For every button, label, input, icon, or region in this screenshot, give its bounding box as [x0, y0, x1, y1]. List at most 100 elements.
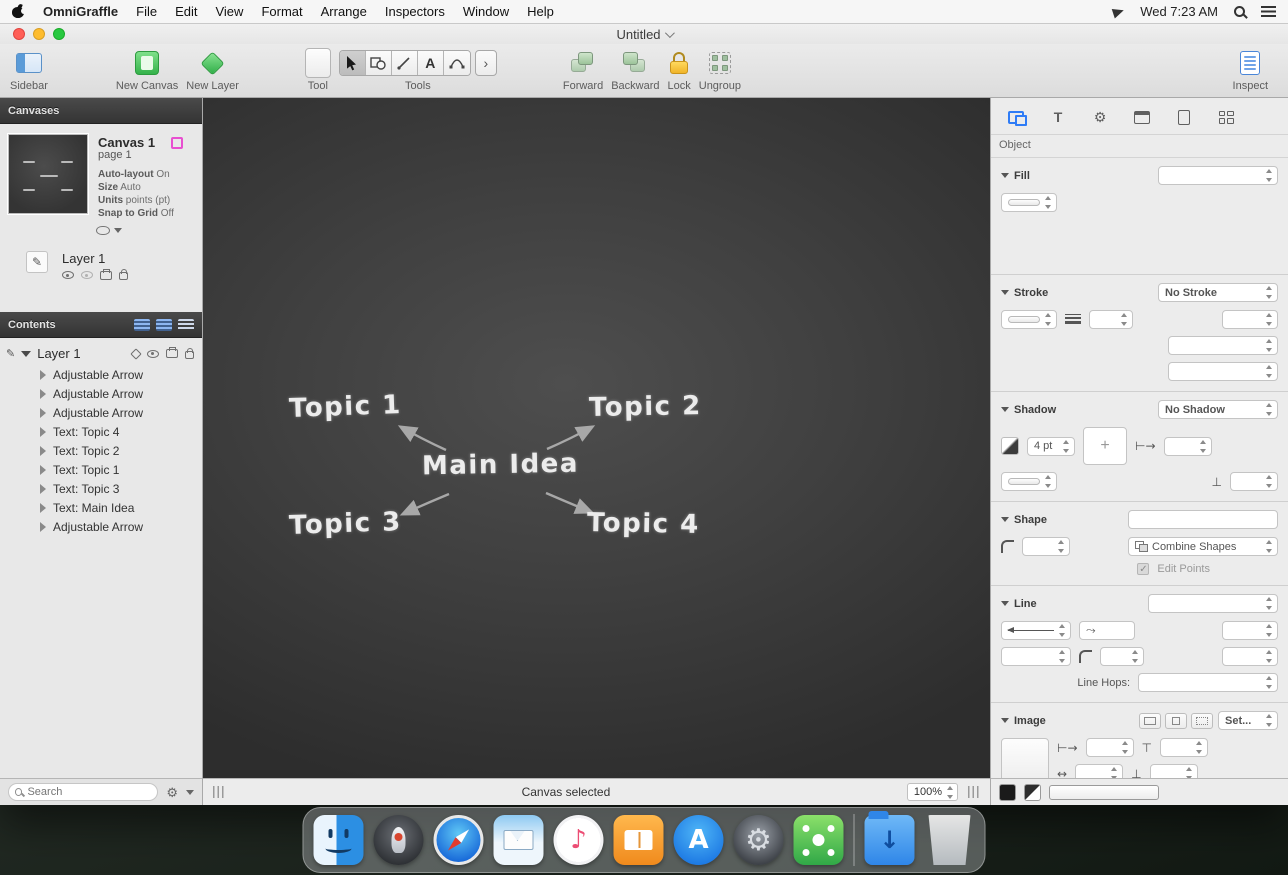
image-set-dropdown[interactable]: Set... — [1218, 711, 1278, 730]
list-view-icon[interactable] — [134, 319, 150, 331]
inspect-button[interactable]: Inspect — [1233, 48, 1268, 92]
fill-type-dropdown[interactable] — [1158, 166, 1278, 185]
sidebar-toggle-button[interactable]: Sidebar — [10, 48, 48, 92]
stroke-width-field[interactable] — [1089, 310, 1133, 329]
disclosure-open-icon[interactable] — [1001, 517, 1009, 522]
zoom-window-button[interactable] — [53, 28, 65, 40]
main-idea-text[interactable]: Main Idea — [422, 449, 579, 482]
color-bar-swatch[interactable] — [1049, 785, 1159, 800]
minimize-window-button[interactable] — [33, 28, 45, 40]
launchpad-dock-icon[interactable] — [374, 815, 424, 865]
line-hops-dropdown[interactable] — [1138, 673, 1278, 692]
contents-item-adjustable-arrow-1[interactable]: Adjustable Arrow — [0, 365, 202, 384]
arrow-to-topic1[interactable] — [401, 427, 446, 450]
close-window-button[interactable] — [13, 28, 25, 40]
disclosure-closed-icon[interactable] — [40, 389, 46, 399]
tab-properties[interactable]: ⚙ — [1089, 108, 1111, 126]
menu-arrange[interactable]: Arrange — [321, 4, 367, 19]
layer-lock-icon[interactable] — [119, 272, 128, 280]
menu-window[interactable]: Window — [463, 4, 509, 19]
stroke-type-dropdown[interactable]: No Stroke — [1158, 283, 1278, 302]
omnigraffle-dock-icon[interactable] — [794, 815, 844, 865]
trash-dock-icon[interactable] — [925, 815, 975, 865]
spotlight-search-icon[interactable] — [1234, 6, 1245, 17]
line-hop-button[interactable]: ⤳ — [1079, 621, 1135, 640]
new-layer-button[interactable]: New Layer — [186, 48, 239, 92]
line-start-arrowhead-dropdown[interactable] — [1001, 621, 1071, 640]
contents-item-text-topic1[interactable]: Text: Topic 1 — [0, 460, 202, 479]
stroke-color-well[interactable] — [1001, 310, 1057, 329]
layer-name[interactable]: Layer 1 — [62, 251, 128, 266]
pen-tool-button[interactable] — [444, 51, 470, 75]
shadow-type-dropdown[interactable]: No Shadow — [1158, 400, 1278, 419]
shadow-blur-field[interactable]: 4 pt — [1027, 437, 1075, 456]
line-type-dropdown[interactable] — [1148, 594, 1278, 613]
visibility-icon[interactable] — [62, 271, 74, 279]
forward-button[interactable]: Forward — [563, 48, 603, 92]
contents-layer-row[interactable]: ✎ Layer 1 — [0, 344, 202, 365]
edit-points-checkbox[interactable]: ✓ — [1137, 563, 1149, 575]
disclosure-closed-icon[interactable] — [40, 503, 46, 513]
print-icon[interactable] — [100, 271, 112, 280]
drawing-canvas[interactable]: Topic 1 Topic 2 Main Idea Topic 3 Topic … — [203, 98, 990, 778]
search-input[interactable] — [27, 786, 151, 798]
ungroup-button[interactable]: Ungroup — [699, 48, 741, 92]
new-canvas-button[interactable]: New Canvas — [116, 48, 178, 92]
disclosure-open-icon[interactable] — [1001, 601, 1009, 606]
app-store-dock-icon[interactable]: A — [674, 815, 724, 865]
menu-format[interactable]: Format — [261, 4, 302, 19]
menu-view[interactable]: View — [215, 4, 243, 19]
disclosure-closed-icon[interactable] — [40, 465, 46, 475]
selection-tool-button[interactable] — [340, 51, 366, 75]
canvas-thumbnail[interactable] — [8, 134, 88, 214]
image-fit-button[interactable] — [1165, 713, 1187, 729]
tab-object[interactable] — [1005, 108, 1027, 126]
tab-text[interactable]: T — [1047, 108, 1069, 126]
contents-item-adjustable-arrow-4[interactable]: Adjustable Arrow — [0, 517, 202, 536]
sidebar-resize-handle[interactable] — [213, 786, 225, 798]
notification-center-icon[interactable] — [1261, 6, 1276, 17]
layer-lock-icon[interactable] — [185, 351, 194, 359]
lock-button[interactable]: Lock — [668, 48, 691, 92]
grid-view-icon[interactable] — [178, 319, 194, 331]
disclosure-open-icon[interactable] — [1001, 407, 1009, 412]
menu-clock[interactable]: Wed 7:23 AM — [1140, 4, 1218, 19]
topic3-text[interactable]: Topic 3 — [289, 507, 403, 541]
disclosure-open-icon[interactable] — [1001, 290, 1009, 295]
text-tool-button[interactable]: A — [418, 51, 444, 75]
tab-document[interactable] — [1173, 108, 1195, 126]
canvas-list-item[interactable]: Canvas 1 page 1 Auto-layout On Size Auto… — [0, 124, 202, 224]
apple-menu-icon[interactable] — [12, 5, 25, 19]
shape-field[interactable] — [1128, 510, 1278, 529]
backward-button[interactable]: Backward — [611, 48, 659, 92]
document-title[interactable]: Untitled — [616, 27, 671, 42]
line-end-arrowhead-dropdown[interactable] — [1222, 621, 1278, 640]
tab-canvas[interactable] — [1131, 108, 1153, 126]
image-offset-y-field[interactable] — [1160, 738, 1208, 757]
music-dock-icon[interactable]: ♪ — [554, 815, 604, 865]
finder-dock-icon[interactable] — [314, 815, 364, 865]
topic1-text[interactable]: Topic 1 — [289, 390, 403, 424]
fill-color-well[interactable] — [1001, 193, 1057, 212]
tab-stencils[interactable] — [1215, 108, 1237, 126]
image-stretch-button[interactable] — [1139, 713, 1161, 729]
fill-swatch-black[interactable] — [999, 784, 1016, 801]
zoom-stepper[interactable] — [946, 786, 955, 799]
corner-radius-field[interactable] — [1022, 537, 1070, 556]
image-width-field[interactable] — [1075, 764, 1123, 778]
canvas-options-control[interactable] — [0, 224, 202, 237]
image-tile-button[interactable] — [1191, 713, 1213, 729]
disclosure-closed-icon[interactable] — [40, 484, 46, 494]
title-bar[interactable]: Untitled — [0, 24, 1288, 44]
contents-item-text-main-idea[interactable]: Text: Main Idea — [0, 498, 202, 517]
shadow-position-pad[interactable]: + — [1083, 427, 1127, 465]
menu-edit[interactable]: Edit — [175, 4, 197, 19]
location-arrow-icon[interactable] — [1112, 5, 1126, 18]
system-preferences-dock-icon[interactable]: ⚙ — [734, 815, 784, 865]
contents-item-adjustable-arrow-2[interactable]: Adjustable Arrow — [0, 384, 202, 403]
contents-item-text-topic3[interactable]: Text: Topic 3 — [0, 479, 202, 498]
contents-item-adjustable-arrow-3[interactable]: Adjustable Arrow — [0, 403, 202, 422]
disclosure-closed-icon[interactable] — [40, 522, 46, 532]
shadow-color-well[interactable] — [1001, 472, 1057, 491]
gradient-swatch[interactable] — [1024, 784, 1041, 801]
